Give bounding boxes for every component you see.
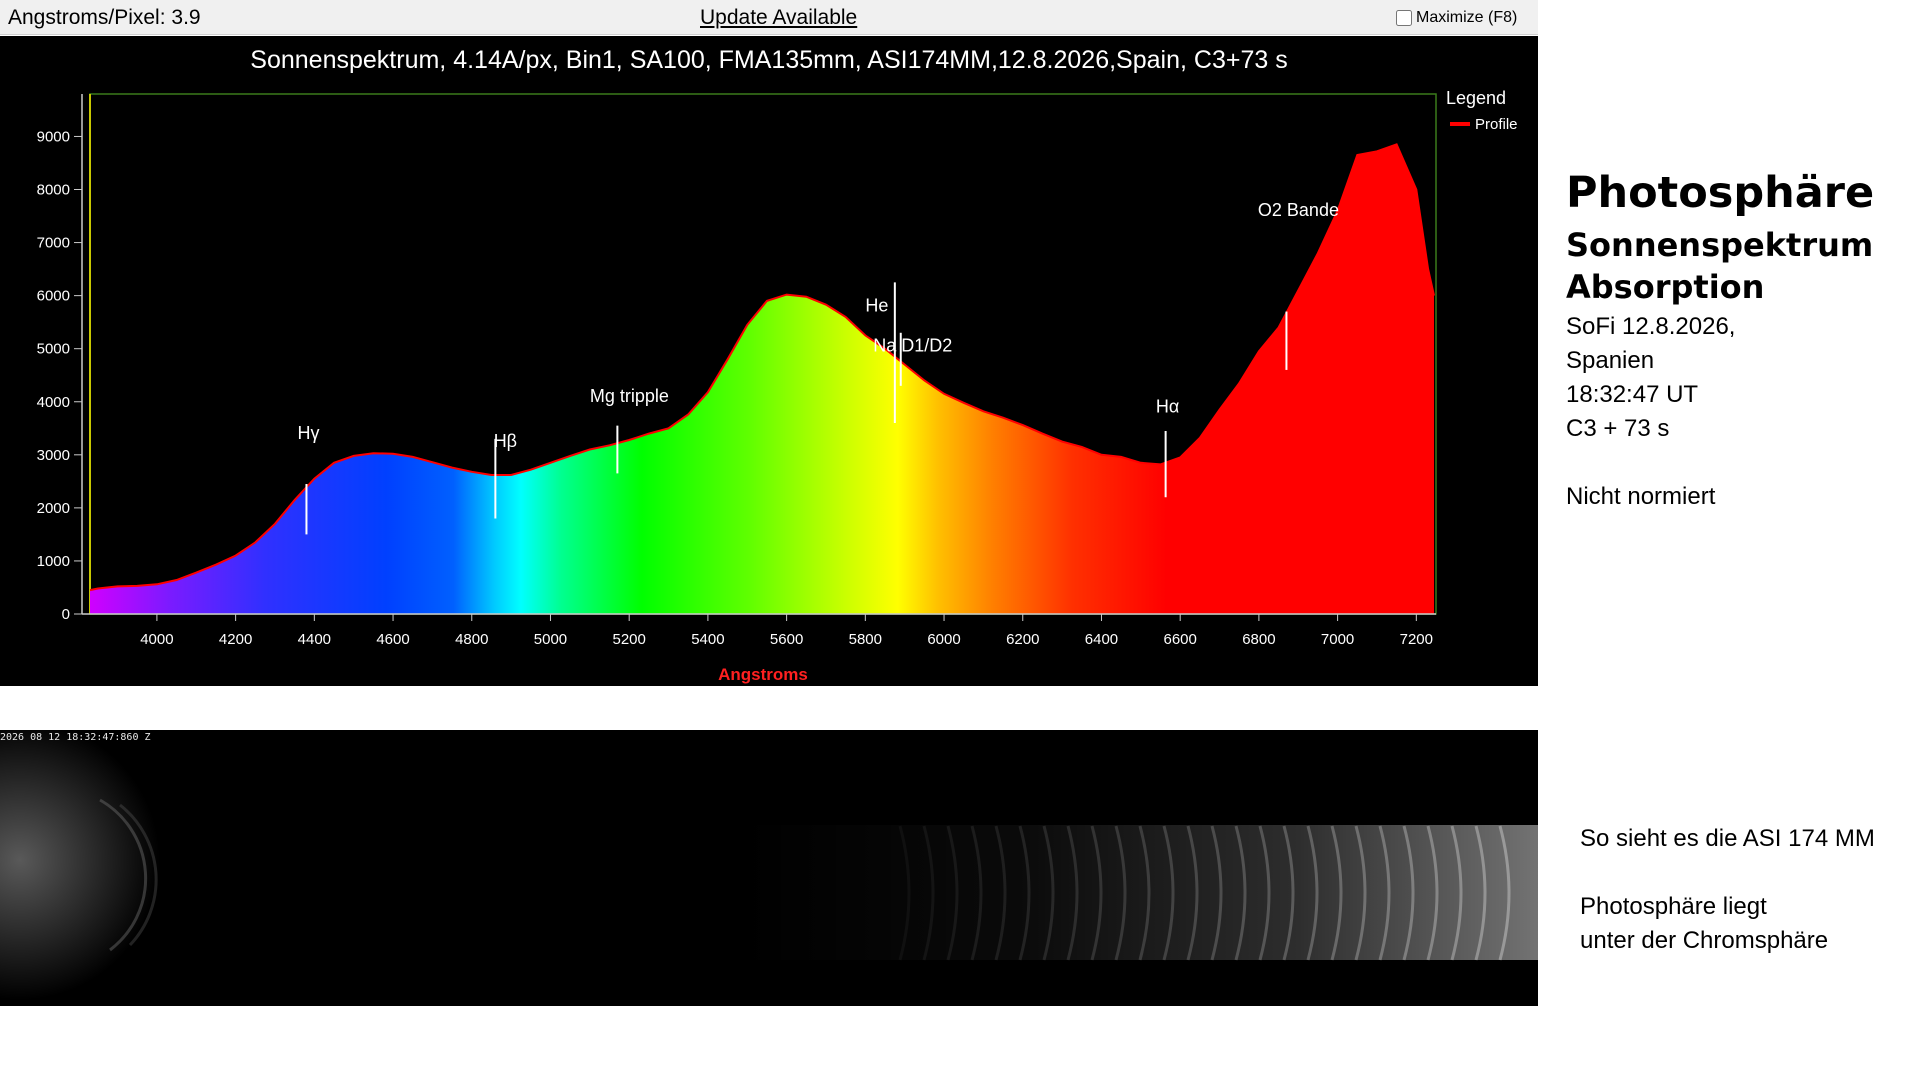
side-title: Photosphäre xyxy=(1566,168,1875,218)
spectrum-camera-image xyxy=(0,730,1538,1000)
maximize-checkbox[interactable] xyxy=(1396,10,1412,26)
x-tick-label: 5400 xyxy=(691,631,724,648)
annotation-label: Mg tripple xyxy=(590,386,669,406)
y-tick-label: 6000 xyxy=(37,288,70,305)
chart-title: Sonnenspektrum, 4.14A/px, Bin1, SA100, F… xyxy=(250,46,1287,74)
annotation-label: Hβ xyxy=(494,431,517,451)
toolbar: Angstroms/Pixel: 3.9 Update Available Ma… xyxy=(0,0,1538,35)
x-tick-label: 4600 xyxy=(376,631,409,648)
annotation-label: Hγ xyxy=(297,423,319,443)
x-tick-label: 5000 xyxy=(534,631,567,648)
camera-note: Photosphäre liegt xyxy=(1580,893,1767,920)
y-tick-label: 3000 xyxy=(37,447,70,464)
legend-entry: Profile xyxy=(1475,116,1518,133)
side-info-line: C3 + 73 s xyxy=(1566,415,1670,442)
x-axis-label: Angstroms xyxy=(718,665,808,684)
spectrum-chart: Sonnenspektrum, 4.14A/px, Bin1, SA100, F… xyxy=(37,46,1518,684)
side-subtitle-absorption: Absorption xyxy=(1566,268,1765,306)
x-tick-label: 6800 xyxy=(1242,631,1275,648)
y-tick-label: 1000 xyxy=(37,553,70,570)
x-tick-label: 6600 xyxy=(1163,631,1196,648)
camera-image-panel: 2026 08 12 18:32:47:860 Z xyxy=(0,730,1538,1006)
y-tick-label: 2000 xyxy=(37,500,70,517)
maximize-toggle[interactable]: Maximize (F8) xyxy=(1396,9,1517,27)
camera-note: unter der Chromsphäre xyxy=(1580,927,1829,954)
x-tick-label: 5200 xyxy=(612,631,645,648)
x-tick-label: 5600 xyxy=(770,631,803,648)
camera-note: So sieht es die ASI 174 MM xyxy=(1580,825,1875,852)
maximize-label: Maximize (F8) xyxy=(1416,9,1518,26)
side-subtitle-spectrum: Sonnenspektrum xyxy=(1566,226,1874,264)
side-info-line: Nicht normiert xyxy=(1566,483,1716,510)
x-tick-label: 7000 xyxy=(1321,631,1354,648)
x-tick-label: 7200 xyxy=(1400,631,1433,648)
side-info-line: Spanien xyxy=(1566,347,1655,374)
y-tick-label: 8000 xyxy=(37,182,70,199)
y-tick-label: 7000 xyxy=(37,235,70,252)
y-tick-label: 9000 xyxy=(37,128,70,145)
x-tick-label: 5800 xyxy=(849,631,882,648)
y-tick-label: 4000 xyxy=(37,394,70,411)
side-info-line: 18:32:47 UT xyxy=(1566,381,1699,408)
side-info-line: SoFi 12.8.2026, xyxy=(1566,313,1736,340)
camera-timestamp: 2026 08 12 18:32:47:860 Z xyxy=(0,732,151,743)
y-tick-label: 0 xyxy=(62,606,70,623)
annotation-label: Hα xyxy=(1156,396,1179,416)
annotation-label: Na D1/D2 xyxy=(873,335,952,355)
update-available-link[interactable]: Update Available xyxy=(700,6,857,30)
x-tick-label: 6000 xyxy=(927,631,960,648)
angstrom-per-pixel-label: Angstroms/Pixel: 3.9 xyxy=(8,6,201,29)
spectrum-chart-panel: Sonnenspektrum, 4.14A/px, Bin1, SA100, F… xyxy=(0,36,1538,686)
legend-title: Legend xyxy=(1446,88,1506,108)
x-tick-label: 6200 xyxy=(1006,631,1039,648)
annotation-label: He xyxy=(865,296,888,316)
x-tick-label: 4200 xyxy=(219,631,252,648)
profile-area xyxy=(90,144,1435,614)
annotation-label: O2 Bande xyxy=(1258,200,1339,220)
x-tick-label: 4800 xyxy=(455,631,488,648)
x-tick-label: 4400 xyxy=(298,631,331,648)
x-tick-label: 6400 xyxy=(1085,631,1118,648)
x-tick-label: 4000 xyxy=(140,631,173,648)
y-tick-label: 5000 xyxy=(37,341,70,358)
